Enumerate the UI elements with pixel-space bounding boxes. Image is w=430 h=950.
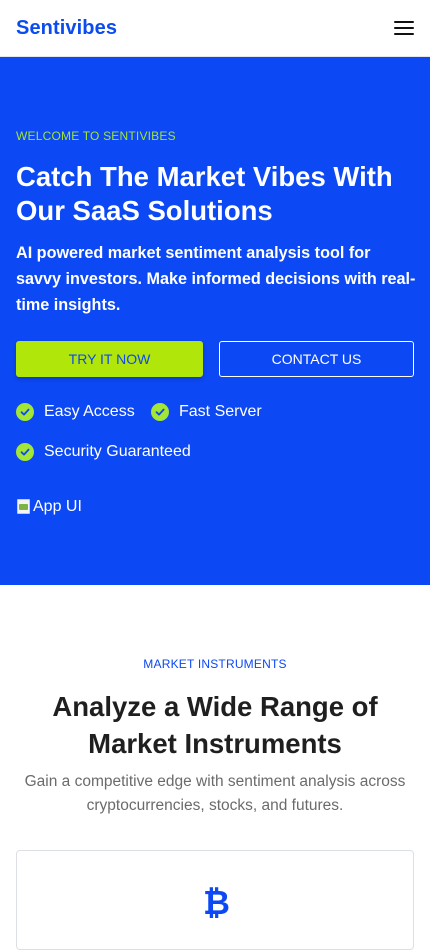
menu-bar [394,33,414,35]
try-it-now-button[interactable]: TRY IT NOW [16,341,203,377]
hamburger-menu-icon[interactable] [394,20,414,36]
check-circle-icon [16,443,34,461]
contact-us-button[interactable]: CONTACT US [219,341,414,377]
menu-bar [394,27,414,29]
app-ui-image: App UI [16,498,82,516]
site-header: Sentivibes [0,0,430,57]
instruments-subtitle: Gain a competitive edge with sentiment a… [24,773,406,814]
feature-label: Security Guaranteed [44,443,191,460]
hero-eyebrow: WELCOME TO SENTIVIBES [16,129,176,143]
hero-section: WELCOME TO SENTIVIBES Catch The Market V… [0,57,430,585]
feature-label: Fast Server [179,403,262,420]
feature-security-guaranteed: Security Guaranteed [16,443,191,461]
hero-title: Catch The Market Vibes With Our SaaS Sol… [16,161,393,226]
broken-image-icon [16,499,32,515]
hero-subtitle: AI powered market sentiment analysis too… [16,244,416,314]
instruments-eyebrow: MARKET INSTRUMENTS [143,657,287,671]
bitcoin-icon: ₿ [203,884,230,921]
instrument-card-crypto[interactable]: ₿ [16,850,414,950]
brand-logo[interactable]: Sentivibes [16,17,117,40]
check-circle-icon [151,403,169,421]
feature-easy-access: Easy Access [16,403,135,421]
feature-label: Easy Access [44,403,135,420]
instruments-title: Analyze a Wide Range of Market Instrumen… [52,691,378,759]
image-alt-text: App UI [33,498,82,515]
feature-fast-server: Fast Server [151,403,262,421]
menu-bar [394,21,414,23]
check-circle-icon [16,403,34,421]
